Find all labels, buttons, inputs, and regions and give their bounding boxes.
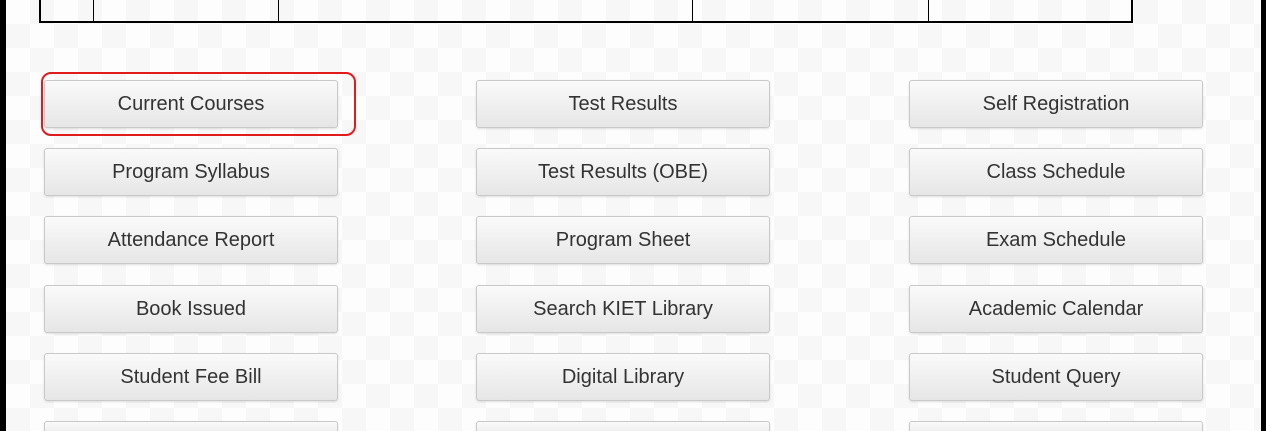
test-results-button[interactable]: Test Results [476,80,770,128]
partial-button[interactable] [44,421,338,431]
program-syllabus-button[interactable]: Program Syllabus [44,148,338,196]
table-column-divider [278,0,279,21]
student-fee-bill-button[interactable]: Student Fee Bill [44,353,338,401]
table-column-divider [93,0,94,21]
current-courses-button[interactable]: Current Courses [44,80,338,128]
student-query-button[interactable]: Student Query [909,353,1203,401]
partial-button[interactable] [476,421,770,431]
attendance-report-button[interactable]: Attendance Report [44,216,338,264]
class-schedule-button[interactable]: Class Schedule [909,148,1203,196]
test-results-obe-button[interactable]: Test Results (OBE) [476,148,770,196]
academic-calendar-button[interactable]: Academic Calendar [909,285,1203,333]
table-column-divider [692,0,693,21]
self-registration-button[interactable]: Self Registration [909,80,1203,128]
digital-library-button[interactable]: Digital Library [476,353,770,401]
partial-button[interactable] [909,421,1203,431]
table-column-divider [928,0,929,21]
page-frame: Current Courses Program Syllabus Attenda… [0,0,1266,431]
program-sheet-button[interactable]: Program Sheet [476,216,770,264]
search-kiet-library-button[interactable]: Search KIET Library [476,285,770,333]
exam-schedule-button[interactable]: Exam Schedule [909,216,1203,264]
book-issued-button[interactable]: Book Issued [44,285,338,333]
top-table-bottom-edge [39,0,1133,23]
